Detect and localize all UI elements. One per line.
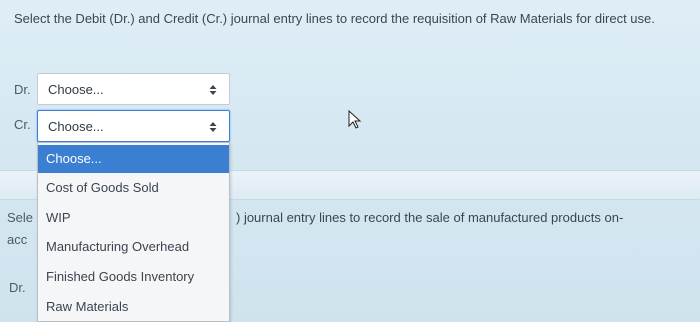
credit-select[interactable]: Choose... [37,110,230,142]
question-2-debit-label: Dr. [9,280,26,295]
credit-label: Cr. [14,117,31,132]
mouse-cursor-icon [348,110,362,129]
dropdown-option[interactable]: WIP [38,204,229,232]
question-2-fragment-line2: acc [7,232,28,247]
dropdown-option[interactable]: Cost of Goods Sold [38,174,229,202]
dropdown-option[interactable]: Raw Materials [38,293,229,321]
debit-select[interactable]: Choose... [37,73,230,105]
question-2-text: ) journal entry lines to record the sale… [236,210,624,225]
updown-arrows-icon [209,122,217,132]
debit-label: Dr. [14,82,31,97]
question-2-fragment-line1: Sele [7,210,34,225]
debit-select-value: Choose... [48,82,104,97]
question-1-text: Select the Debit (Dr.) and Credit (Cr.) … [14,11,655,26]
updown-arrows-icon [209,85,217,95]
credit-select-value: Choose... [48,119,104,134]
dropdown-option[interactable]: Finished Goods Inventory [38,263,229,291]
credit-dropdown-list: Choose... Cost of Goods Sold WIP Manufac… [37,142,230,322]
dropdown-option[interactable]: Choose... [38,145,229,173]
dropdown-option[interactable]: Manufacturing Overhead [38,233,229,261]
